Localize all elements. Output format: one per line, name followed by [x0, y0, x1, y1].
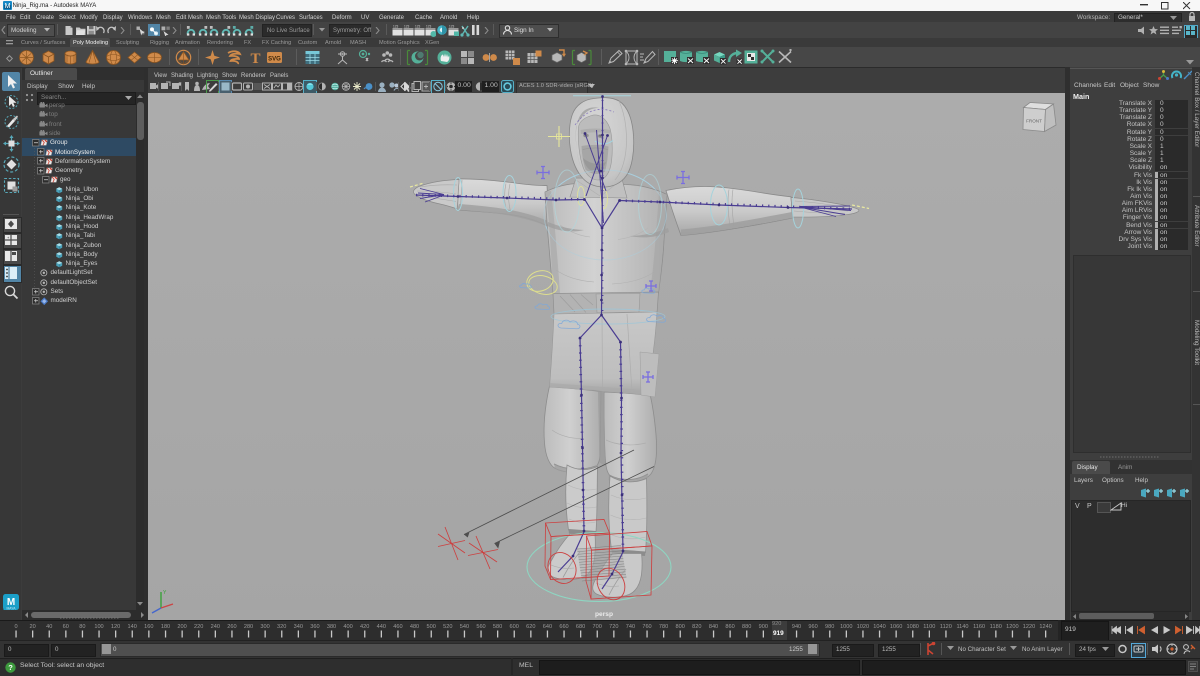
svg-text:1160: 1160 [973, 624, 985, 630]
svg-text:180: 180 [161, 624, 170, 630]
svg-text:1020: 1020 [857, 624, 869, 630]
svg-text:40: 40 [46, 624, 52, 630]
svg-text:760: 760 [642, 624, 651, 630]
svg-text:940: 940 [792, 624, 801, 630]
svg-text:400: 400 [343, 624, 352, 630]
svg-text:680: 680 [576, 624, 585, 630]
svg-text:280: 280 [244, 624, 253, 630]
svg-text:persp: persp [595, 611, 613, 618]
svg-text:560: 560 [476, 624, 485, 630]
svg-text:MAYA: MAYA [6, 607, 16, 611]
svg-text:1120: 1120 [940, 624, 952, 630]
svg-text:1060: 1060 [890, 624, 902, 630]
svg-text:580: 580 [493, 624, 502, 630]
svg-text:1220: 1220 [1023, 624, 1035, 630]
svg-text:120: 120 [111, 624, 120, 630]
svg-text:1040: 1040 [873, 624, 885, 630]
svg-text:440: 440 [377, 624, 386, 630]
svg-text:260: 260 [227, 624, 236, 630]
svg-text:1140: 1140 [956, 624, 968, 630]
svg-text:660: 660 [559, 624, 568, 630]
svg-text:200: 200 [177, 624, 186, 630]
svg-text:840: 840 [709, 624, 718, 630]
svg-text:?: ? [8, 663, 13, 672]
svg-text:SVG: SVG [268, 57, 281, 63]
svg-text:960: 960 [808, 624, 817, 630]
svg-text:FRONT: FRONT [1026, 119, 1042, 124]
svg-text:123: 123 [415, 25, 421, 29]
svg-text:720: 720 [609, 624, 618, 630]
svg-text:1100: 1100 [923, 624, 935, 630]
svg-text:540: 540 [460, 624, 469, 630]
svg-text:1080: 1080 [906, 624, 918, 630]
svg-text:1200: 1200 [1006, 624, 1018, 630]
svg-text:500: 500 [427, 624, 436, 630]
svg-text:220: 220 [194, 624, 203, 630]
svg-text:320: 320 [277, 624, 286, 630]
svg-text:123: 123 [449, 25, 455, 29]
svg-text:820: 820 [692, 624, 701, 630]
svg-text:20: 20 [29, 624, 35, 630]
svg-text:1240: 1240 [1039, 624, 1051, 630]
svg-text:1180: 1180 [990, 624, 1002, 630]
svg-text:80: 80 [79, 624, 85, 630]
svg-text:240: 240 [211, 624, 220, 630]
svg-text:300: 300 [260, 624, 269, 630]
svg-text:860: 860 [725, 624, 734, 630]
svg-text:123: 123 [426, 25, 432, 29]
svg-text:340: 340 [294, 624, 303, 630]
svg-text:600: 600 [510, 624, 519, 630]
svg-text:700: 700 [593, 624, 602, 630]
svg-text:640: 640 [543, 624, 552, 630]
svg-text:360: 360 [310, 624, 319, 630]
svg-text:740: 740 [626, 624, 635, 630]
svg-text:T: T [250, 51, 260, 66]
svg-text:460: 460 [393, 624, 402, 630]
svg-text:880: 880 [742, 624, 751, 630]
svg-text:140: 140 [128, 624, 137, 630]
svg-text:M: M [5, 3, 11, 10]
svg-text:1000: 1000 [840, 624, 852, 630]
svg-text:60: 60 [63, 624, 69, 630]
svg-text:0: 0 [14, 624, 17, 630]
svg-text:420: 420 [360, 624, 369, 630]
svg-text:900: 900 [759, 624, 768, 630]
svg-text:380: 380 [327, 624, 336, 630]
svg-text:520: 520 [443, 624, 452, 630]
svg-text:800: 800 [676, 624, 685, 630]
svg-text:123: 123 [393, 25, 399, 29]
svg-text:123: 123 [404, 25, 410, 29]
svg-text:100: 100 [94, 624, 103, 630]
svg-text:620: 620 [526, 624, 535, 630]
svg-text:160: 160 [144, 624, 153, 630]
svg-text:980: 980 [825, 624, 834, 630]
svg-text:780: 780 [659, 624, 668, 630]
svg-text:480: 480 [410, 624, 419, 630]
